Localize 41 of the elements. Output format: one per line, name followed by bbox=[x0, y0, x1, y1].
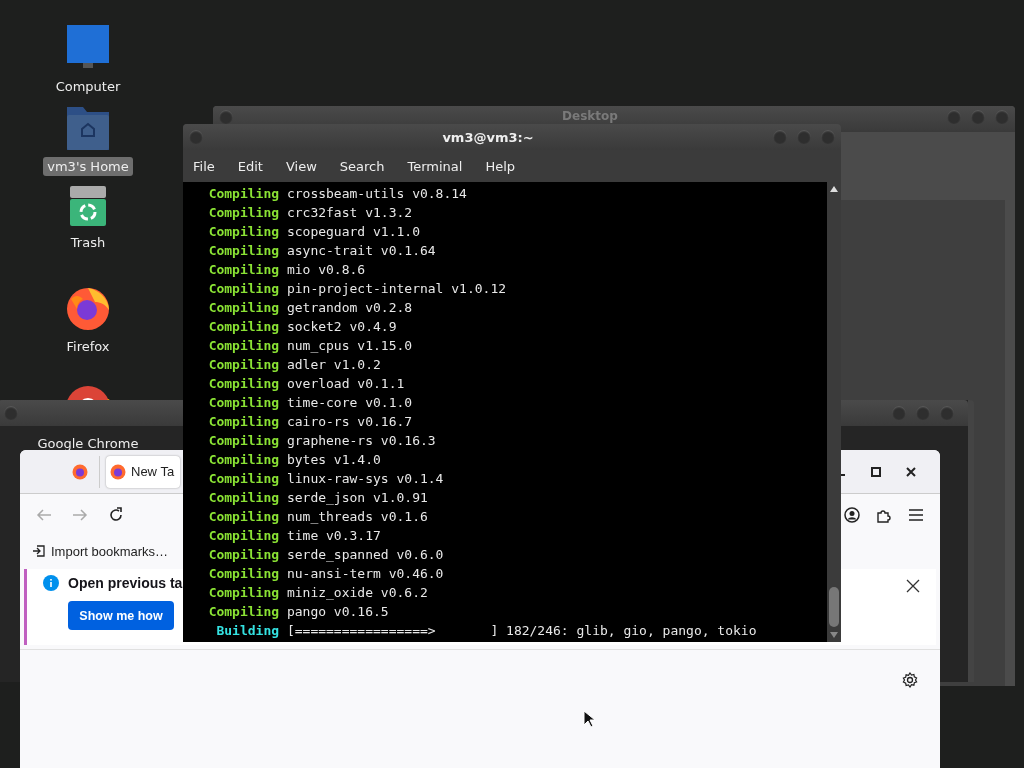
terminal-line: Compiling overload v0.1.1 bbox=[207, 375, 406, 393]
terminal-line: Compiling linux-raw-sys v0.1.4 bbox=[207, 470, 445, 488]
terminal-line: Compiling miniz_oxide v0.6.2 bbox=[207, 584, 429, 602]
terminal-line: Compiling time-core v0.1.0 bbox=[207, 394, 414, 412]
terminal-line: Compiling mio v0.8.6 bbox=[207, 261, 367, 279]
terminal-line: Compiling scopeguard v1.1.0 bbox=[207, 223, 421, 241]
menu-item[interactable]: Terminal bbox=[407, 158, 473, 174]
terminal-line: Compiling num_threads v0.1.6 bbox=[207, 508, 429, 526]
menu-item[interactable]: Edit bbox=[237, 158, 273, 174]
menu-item[interactable]: File bbox=[193, 158, 225, 174]
desktop-icon-label[interactable]: Computer bbox=[51, 77, 125, 96]
terminal-line: Compiling num_cpus v1.15.0 bbox=[207, 337, 414, 355]
terminal-line: Compiling cairo-rs v0.16.7 bbox=[207, 413, 414, 431]
terminal-line: Compiling crc32fast v1.3.2 bbox=[207, 204, 414, 222]
terminal-line: Compiling socket2 v0.4.9 bbox=[207, 318, 398, 336]
desktop-icon-label[interactable]: Firefox bbox=[62, 337, 114, 356]
desktop-icon-label[interactable]: vm3's Home bbox=[43, 157, 133, 176]
terminal-line: Compiling bytes v1.4.0 bbox=[207, 451, 382, 469]
desktop-icon-label[interactable]: Trash bbox=[66, 233, 110, 252]
menu-item[interactable]: View bbox=[285, 158, 327, 174]
show-me-how-button[interactable]: Show me how bbox=[68, 601, 174, 630]
import-bookmarks-link[interactable]: Import bookmarks… bbox=[32, 543, 169, 559]
terminal-line: Compiling time v0.3.17 bbox=[207, 527, 382, 545]
window-title: Desktop bbox=[561, 110, 619, 123]
terminal-line: Compiling serde_json v1.0.91 bbox=[207, 489, 429, 507]
menu-item[interactable]: Help bbox=[485, 158, 526, 174]
terminal-line: Compiling serde_spanned v0.6.0 bbox=[207, 546, 445, 564]
terminal-line: Compiling crossbeam-utils v0.8.14 bbox=[207, 185, 468, 203]
terminal-line: Compiling graphene-rs v0.16.3 bbox=[207, 432, 437, 450]
terminal-line: Compiling async-trait v0.1.64 bbox=[207, 242, 437, 260]
terminal-line: Compiling getrandom v0.2.8 bbox=[207, 299, 414, 317]
menu-item[interactable]: Search bbox=[339, 158, 395, 174]
terminal-line: Building [=================> ] 182/246: glib, gio, pango, tokio bbox=[215, 622, 758, 640]
terminal-line: Compiling pango v0.16.5 bbox=[207, 603, 390, 621]
desktop-icon-label[interactable]: Google Chrome bbox=[33, 436, 143, 451]
window-title: vm3@vm3:~ bbox=[441, 129, 535, 145]
terminal-line: Compiling adler v1.0.2 bbox=[207, 356, 382, 374]
terminal-line: Compiling pin-project-internal v1.0.12 bbox=[207, 280, 508, 298]
browser-tab[interactable]: New Ta bbox=[106, 455, 180, 488]
terminal-line: Compiling nu-ansi-term v0.46.0 bbox=[207, 565, 445, 583]
notification-title: Open previous ta bbox=[68, 575, 183, 591]
